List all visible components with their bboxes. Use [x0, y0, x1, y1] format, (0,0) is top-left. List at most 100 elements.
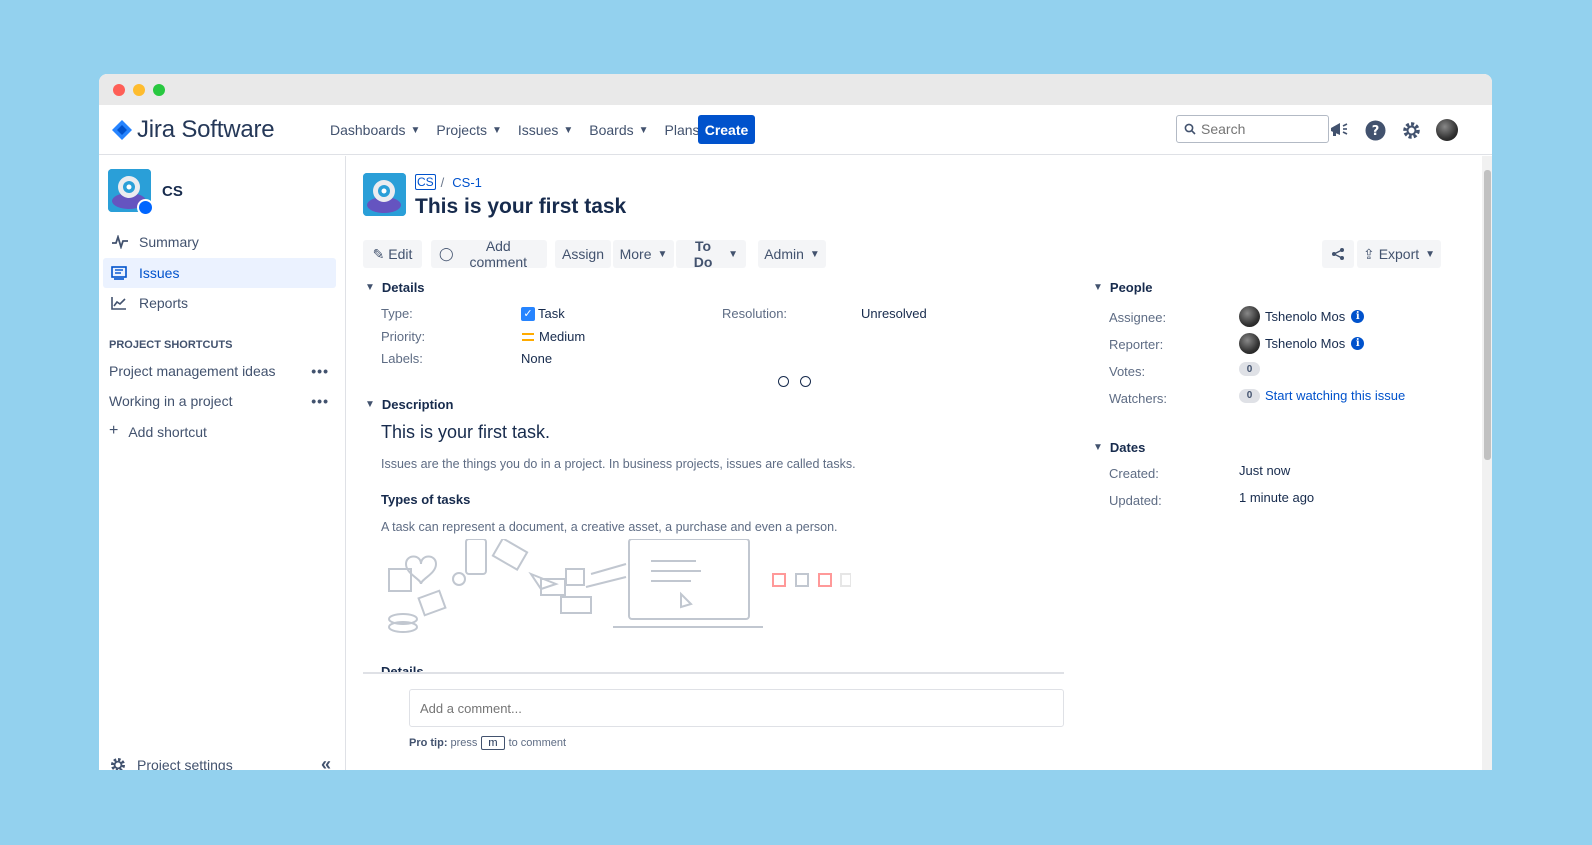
assignee-label: Assignee:: [1109, 310, 1167, 325]
project-type-badge: [137, 199, 154, 216]
description-text: Issues are the things you do in a projec…: [381, 457, 856, 471]
shortcut-item[interactable]: Project management ideas •••: [109, 363, 329, 379]
chevron-down-icon: ▼: [809, 248, 820, 260]
plus-icon: +: [109, 422, 119, 439]
reporter-value[interactable]: Tshenolo Mos i: [1239, 333, 1365, 354]
avatar: [1239, 306, 1260, 327]
search-box[interactable]: [1176, 115, 1329, 143]
create-button[interactable]: Create: [698, 115, 755, 144]
loading-dot-icon: [778, 376, 789, 387]
comment-icon: ◯: [439, 246, 454, 261]
assignee-value[interactable]: Tshenolo Mos i: [1239, 306, 1365, 327]
labels-value[interactable]: None: [521, 351, 552, 366]
export-button[interactable]: ⇪ Export ▼: [1357, 240, 1441, 268]
share-button[interactable]: [1322, 240, 1354, 268]
comment-input[interactable]: [409, 689, 1064, 727]
votes-value[interactable]: 0: [1239, 362, 1265, 376]
priority-label: Priority:: [381, 329, 426, 344]
breadcrumb-issue-key[interactable]: CS-1: [452, 175, 482, 190]
export-label: Export: [1378, 246, 1420, 262]
assign-button[interactable]: Assign: [555, 240, 611, 268]
add-shortcut-button[interactable]: + Add shortcut: [109, 422, 329, 441]
project-settings-label: Project settings: [137, 756, 233, 771]
sidebar-item-summary[interactable]: Summary: [103, 227, 336, 257]
labels-label: Labels:: [381, 351, 423, 366]
reporter-name: Tshenolo Mos: [1265, 336, 1346, 351]
export-icon: ⇪: [1362, 245, 1375, 262]
priority-value: Medium: [522, 329, 585, 344]
status-todo-button[interactable]: To Do ▼: [676, 238, 746, 270]
share-icon: [1332, 248, 1344, 260]
info-icon[interactable]: i: [1351, 310, 1365, 323]
shortcut-label: Working in a project: [109, 393, 233, 409]
help-icon[interactable]: ?: [1363, 118, 1387, 142]
nav-issues[interactable]: Issues ▼: [512, 117, 579, 143]
nav-menu: Dashboards ▼ Projects ▼ Issues ▼ Boards ▼ Pl…: [324, 117, 724, 143]
sidebar-item-reports-label: Reports: [139, 295, 189, 311]
description-subheading: Types of tasks: [381, 492, 471, 507]
task-type-icon: ✓: [521, 306, 535, 321]
more-label: More: [619, 246, 652, 262]
scrollbar-thumb[interactable]: [1484, 170, 1491, 460]
edit-button[interactable]: ✎ Edit: [363, 240, 422, 268]
close-window-button[interactable]: [113, 84, 125, 96]
people-section-toggle[interactable]: ▼ People: [1093, 280, 1153, 295]
jira-logo[interactable]: Jira Software: [111, 116, 275, 144]
info-icon[interactable]: i: [1351, 337, 1365, 350]
admin-button[interactable]: Admin ▼: [758, 240, 826, 268]
shortcut-item[interactable]: Working in a project •••: [109, 393, 329, 409]
issue-title[interactable]: This is your first task: [415, 195, 626, 219]
issues-icon: [111, 266, 129, 280]
start-watching-link[interactable]: Start watching this issue: [1265, 388, 1405, 403]
sidebar-item-reports[interactable]: Reports: [103, 288, 336, 318]
add-comment-button[interactable]: ◯ Add comment: [431, 238, 547, 270]
page-scrollbar[interactable]: [1482, 156, 1492, 770]
details-section-toggle[interactable]: ▼ Details: [365, 280, 425, 295]
medium-priority-icon: [522, 332, 534, 341]
description-section-toggle[interactable]: ▼ Description: [365, 397, 453, 412]
votes-count-badge: 0: [1239, 362, 1260, 376]
nav-projects[interactable]: Projects ▼: [430, 117, 507, 143]
search-input[interactable]: [1201, 121, 1321, 137]
pro-tip-text: to comment: [508, 737, 567, 749]
collapse-sidebar-icon[interactable]: «: [321, 754, 331, 770]
breadcrumb-project[interactable]: CS: [415, 174, 436, 190]
more-dots-icon[interactable]: •••: [311, 363, 329, 379]
description-text: A task can represent a document, a creat…: [381, 520, 838, 534]
jira-diamond-icon: [112, 120, 132, 140]
project-avatar[interactable]: [363, 173, 406, 216]
nav-issues-label: Issues: [517, 122, 559, 138]
watchers-value: 0 Start watching this issue: [1239, 388, 1405, 403]
search-icon: [1184, 123, 1196, 135]
created-value: Just now: [1239, 463, 1291, 478]
avatar: [1239, 333, 1260, 354]
status-label: To Do: [693, 238, 713, 270]
maximize-window-button[interactable]: [153, 84, 165, 96]
project-name: CS: [162, 183, 183, 200]
notifications-icon[interactable]: [1327, 118, 1351, 142]
edit-label: Edit: [388, 246, 413, 262]
project-sidebar: CS Summary Issues Reports PROJECT SHORTC…: [99, 156, 346, 770]
dates-section-toggle[interactable]: ▼ Dates: [1093, 440, 1145, 455]
browser-window: Jira Software Dashboards ▼ Projects ▼ Issu…: [99, 74, 1492, 770]
chevron-down-icon: ▼: [1425, 248, 1436, 260]
more-button[interactable]: More ▼: [613, 240, 674, 268]
settings-gear-icon[interactable]: [1399, 118, 1423, 142]
shortcuts-heading: PROJECT SHORTCUTS: [109, 339, 233, 351]
task-types-illustration: [388, 539, 851, 633]
nav-dashboards[interactable]: Dashboards ▼: [324, 117, 426, 143]
chevron-down-icon: ▼: [491, 124, 502, 136]
pro-tip-label: Pro tip:: [409, 737, 448, 749]
pulse-icon: [111, 235, 129, 249]
chevron-down-icon: ▼: [410, 124, 421, 136]
nav-projects-label: Projects: [436, 122, 487, 138]
sidebar-item-summary-label: Summary: [139, 234, 199, 250]
sidebar-item-issues[interactable]: Issues: [103, 258, 336, 288]
breadcrumb: CS / CS-1: [415, 174, 482, 190]
project-settings-link[interactable]: Project settings «: [109, 754, 331, 770]
nav-boards[interactable]: Boards ▼: [583, 117, 654, 143]
minimize-window-button[interactable]: [133, 84, 145, 96]
user-avatar[interactable]: [1435, 118, 1459, 142]
more-dots-icon[interactable]: •••: [311, 393, 329, 409]
chevron-down-icon: ▼: [728, 248, 738, 260]
